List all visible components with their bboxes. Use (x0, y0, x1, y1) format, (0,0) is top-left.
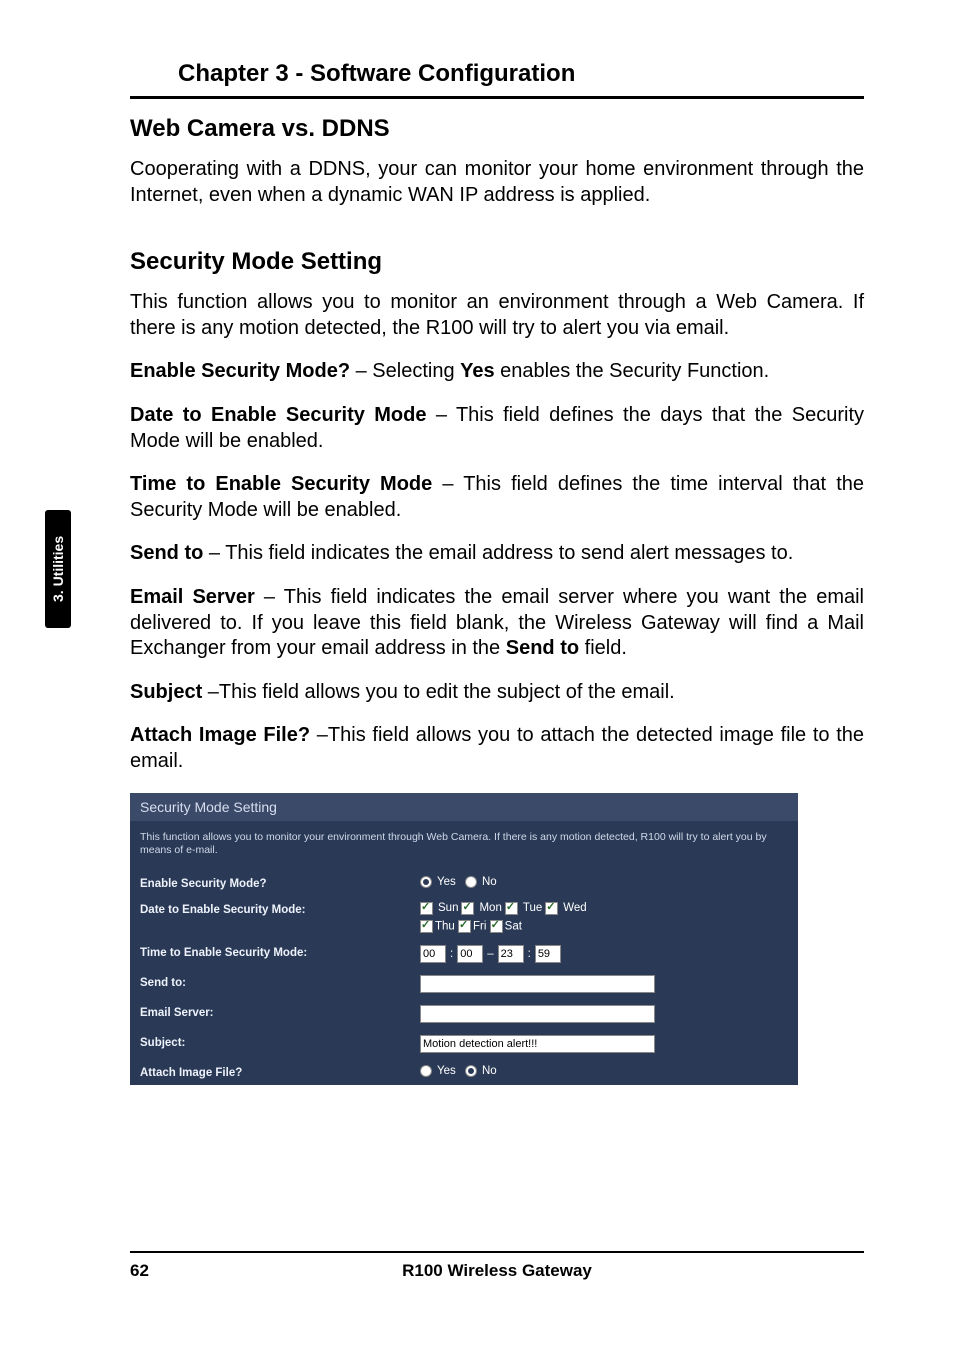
checkbox-tue[interactable] (505, 902, 518, 915)
row-send-to: Send to: (130, 969, 798, 999)
document-page: Chapter 3 - Software Configuration 3. Ut… (0, 0, 954, 1351)
page-footer: 62 R100 Wireless Gateway (130, 1251, 864, 1281)
email-server-input[interactable] (420, 1005, 655, 1023)
label-date-enable: Date to Enable Security Mode: (140, 902, 420, 916)
checkbox-wed[interactable] (545, 902, 558, 915)
term: Date to Enable Security Mode (130, 404, 426, 426)
paragraph: Subject –This field allows you to edit t… (130, 680, 864, 706)
day-sat: Sat (505, 920, 522, 932)
term: Subject (130, 681, 202, 703)
row-enable-security: Enable Security Mode? Yes No (130, 870, 798, 896)
label-email-server: Email Server: (140, 1005, 420, 1019)
text: field. (579, 637, 627, 659)
footer-title: R100 Wireless Gateway (130, 1261, 864, 1281)
radio-enable-yes[interactable] (420, 876, 432, 888)
term: Time to Enable Security Mode (130, 473, 432, 495)
time-colon: : (527, 948, 532, 960)
term: Attach Image File? (130, 724, 310, 746)
term: Yes (460, 360, 494, 382)
time-dash: – (486, 948, 494, 960)
label-send-to: Send to: (140, 975, 420, 989)
term: Send to (506, 637, 579, 659)
paragraph: Date to Enable Security Mode – This fiel… (130, 403, 864, 454)
checkbox-mon[interactable] (461, 902, 474, 915)
section-tab: 3. Utilities (45, 510, 71, 628)
chapter-header: Chapter 3 - Software Configuration (130, 60, 864, 99)
label-attach-image: Attach Image File? (140, 1065, 420, 1079)
time-start-hour-input[interactable] (420, 945, 446, 963)
text: – Selecting (350, 360, 460, 382)
option-no: No (482, 1065, 497, 1077)
day-thu: Thu (435, 920, 455, 932)
checkbox-fri[interactable] (458, 920, 471, 933)
day-sun: Sun (438, 902, 458, 914)
paragraph: Email Server – This field indicates the … (130, 585, 864, 662)
send-to-input[interactable] (420, 975, 655, 993)
text: enables the Security Function. (495, 360, 770, 382)
time-end-min-input[interactable] (535, 945, 561, 963)
day-wed: Wed (563, 902, 586, 914)
checkbox-sun[interactable] (420, 902, 433, 915)
checkbox-thu[interactable] (420, 920, 433, 933)
time-end-hour-input[interactable] (498, 945, 524, 963)
day-tue: Tue (523, 902, 542, 914)
label-time-enable: Time to Enable Security Mode: (140, 945, 420, 959)
row-time-enable: Time to Enable Security Mode: : – : (130, 939, 798, 969)
day-fri: Fri (473, 920, 486, 932)
option-no: No (482, 876, 497, 888)
option-yes: Yes (437, 1065, 456, 1077)
label-enable-security: Enable Security Mode? (140, 876, 420, 890)
paragraph: Time to Enable Security Mode – This fiel… (130, 472, 864, 523)
subject-input[interactable] (420, 1035, 655, 1053)
radio-attach-no[interactable] (465, 1065, 477, 1077)
text: –This field allows you to edit the subje… (202, 681, 674, 703)
panel-title: Security Mode Setting (130, 793, 798, 821)
day-mon: Mon (479, 902, 501, 914)
paragraph: Enable Security Mode? – Selecting Yes en… (130, 359, 864, 385)
time-start-min-input[interactable] (457, 945, 483, 963)
paragraph: Cooperating with a DDNS, your can monito… (130, 157, 864, 208)
row-date-enable: Date to Enable Security Mode: Sun Mon Tu… (130, 896, 798, 939)
radio-enable-no[interactable] (465, 876, 477, 888)
row-attach-image: Attach Image File? Yes No (130, 1059, 798, 1085)
panel-description: This function allows you to monitor your… (130, 821, 798, 870)
term: Send to (130, 542, 203, 564)
section-title-security-mode: Security Mode Setting (130, 248, 864, 276)
text: – This field indicates the email address… (203, 542, 793, 564)
time-colon: : (449, 948, 454, 960)
paragraph: Send to – This field indicates the email… (130, 541, 864, 567)
option-yes: Yes (437, 876, 456, 888)
label-subject: Subject: (140, 1035, 420, 1049)
row-subject: Subject: (130, 1029, 798, 1059)
term: Email Server (130, 586, 255, 608)
radio-attach-yes[interactable] (420, 1065, 432, 1077)
section-title-webcam-ddns: Web Camera vs. DDNS (130, 115, 864, 143)
security-mode-panel: Security Mode Setting This function allo… (130, 793, 798, 1085)
term: Enable Security Mode? (130, 360, 350, 382)
row-email-server: Email Server: (130, 999, 798, 1029)
paragraph: This function allows you to monitor an e… (130, 290, 864, 341)
paragraph: Attach Image File? –This field allows yo… (130, 723, 864, 774)
checkbox-sat[interactable] (490, 920, 503, 933)
